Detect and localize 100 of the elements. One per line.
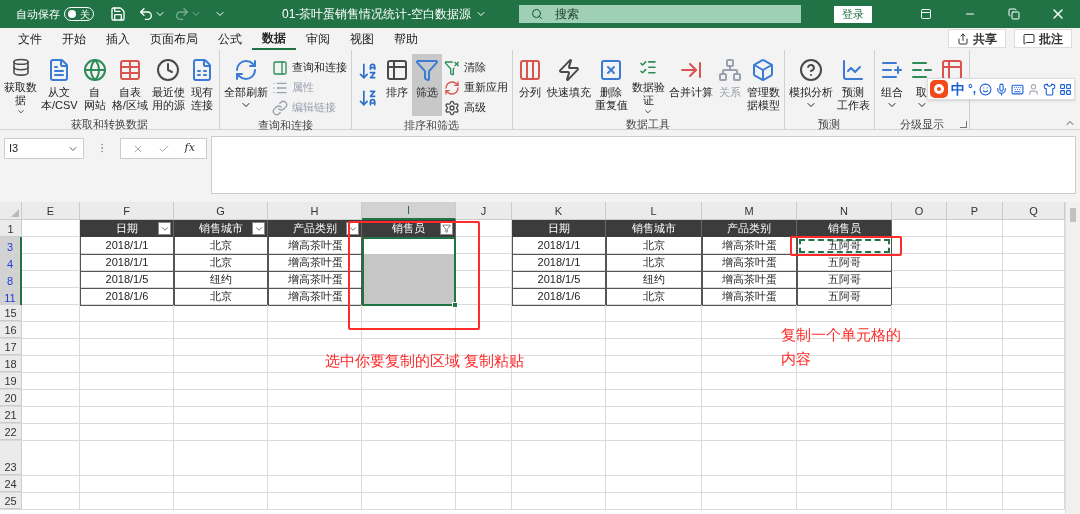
row-header[interactable]: 4 bbox=[0, 254, 22, 272]
table-cell: 增高茶叶蛋 bbox=[702, 288, 797, 306]
row-header[interactable]: 8 bbox=[0, 271, 22, 289]
ribbon-tab[interactable]: 公式 bbox=[208, 30, 252, 50]
row-header[interactable]: 15 bbox=[0, 305, 22, 321]
ribbon-button[interactable]: 数据验 证 bbox=[629, 54, 667, 116]
table-header: 日期 bbox=[547, 221, 570, 236]
name-box[interactable]: I3 bbox=[4, 138, 84, 159]
table-cell: 北京 bbox=[606, 288, 702, 306]
table-cell: 北京 bbox=[174, 237, 268, 255]
ribbon-button[interactable]: 管理数 据模型 bbox=[744, 54, 782, 116]
group-label: 查询和连接 bbox=[257, 117, 313, 133]
row-header[interactable]: 17 bbox=[0, 339, 22, 355]
row-header[interactable]: 24 bbox=[0, 476, 22, 492]
annotation-text: 选中你要复制的区域 复制粘贴 bbox=[325, 353, 525, 369]
ribbon-button[interactable]: 全部刷新 bbox=[221, 54, 270, 116]
column-header[interactable]: E bbox=[22, 202, 80, 220]
column-header[interactable]: O bbox=[892, 202, 947, 220]
table-cell: 2018/1/1 bbox=[512, 237, 606, 255]
ribbon-button[interactable]: 重新应用 bbox=[443, 78, 508, 97]
ribbon-button[interactable]: 快速填充 bbox=[544, 54, 593, 116]
ribbon-button[interactable]: 查询和连接 bbox=[271, 58, 347, 77]
table-cell: 北京 bbox=[174, 254, 268, 272]
ribbon-button[interactable]: 筛选 bbox=[411, 54, 442, 116]
row-header[interactable]: 21 bbox=[0, 407, 22, 423]
table-cell: 2018/1/1 bbox=[512, 254, 606, 272]
table-header: 产品类别 bbox=[727, 221, 771, 236]
annotation-text: 复制一个单元格的 bbox=[781, 327, 901, 343]
group-label: 排序和筛选 bbox=[404, 117, 460, 133]
login-button[interactable]: 登录 bbox=[834, 5, 872, 23]
group-label: 预测 bbox=[818, 116, 841, 132]
ribbon-tab[interactable]: 页面布局 bbox=[140, 30, 208, 50]
table-header: 销售员 bbox=[392, 221, 425, 236]
ime-mode-button[interactable]: 中 bbox=[951, 78, 965, 100]
table-cell: 增高茶叶蛋 bbox=[702, 237, 797, 255]
column-header[interactable]: J bbox=[456, 202, 512, 220]
ribbon-button[interactable]: 清除 bbox=[443, 58, 508, 77]
share-button[interactable]: 共享 bbox=[948, 29, 1006, 48]
group-label: 分级显示 bbox=[899, 116, 944, 132]
ribbon-button[interactable]: 删除 重复值 bbox=[592, 54, 630, 116]
ribbon-button[interactable]: 预测 工作表 bbox=[834, 54, 872, 116]
document-title[interactable]: 01-茶叶蛋销售情况统计-空白数据源 bbox=[282, 5, 488, 23]
search-field[interactable]: 搜索 bbox=[519, 5, 802, 23]
ribbon-button[interactable]: 从文 本/CSV bbox=[39, 54, 80, 116]
table-cell: 纽约 bbox=[606, 271, 702, 289]
group-label: 数据工具 bbox=[626, 116, 671, 132]
column-header[interactable]: I bbox=[362, 202, 456, 220]
group-label: 获取和转换数据 bbox=[70, 116, 148, 132]
ribbon-button[interactable]: 自 网站 bbox=[79, 54, 110, 116]
ribbon-button[interactable]: 排序 bbox=[381, 54, 412, 116]
table-cell: 北京 bbox=[606, 254, 702, 272]
insert-function-button[interactable]: fx bbox=[184, 140, 195, 157]
row-header[interactable]: 20 bbox=[0, 390, 22, 406]
ribbon-button[interactable]: 组合 bbox=[876, 54, 907, 116]
table-cell: 五阿哥 bbox=[797, 254, 892, 272]
row-header[interactable]: 25 bbox=[0, 493, 22, 509]
table-cell: 2018/1/1 bbox=[80, 237, 174, 255]
cell-reference: I3 bbox=[9, 141, 19, 157]
table-cell: 2018/1/5 bbox=[80, 271, 174, 289]
table-header: 日期 bbox=[115, 221, 138, 236]
ribbon-tab[interactable]: 开始 bbox=[52, 30, 96, 50]
ime-punctuation-button[interactable]: °, bbox=[968, 80, 977, 98]
row-header[interactable]: 19 bbox=[0, 373, 22, 389]
table-cell: 北京 bbox=[174, 288, 268, 306]
ribbon-tab[interactable]: 审阅 bbox=[296, 30, 340, 50]
comment-button[interactable]: 批注 bbox=[1014, 29, 1072, 48]
row-header[interactable]: 18 bbox=[0, 356, 22, 372]
ribbon-button[interactable]: 现有 连接 bbox=[186, 54, 217, 116]
ribbon-button[interactable]: 最近使 用的源 bbox=[149, 54, 187, 116]
ribbon-button[interactable]: 自表 格/区域 bbox=[109, 54, 150, 116]
ribbon-button[interactable]: 获取数 据 bbox=[2, 54, 39, 116]
row-header[interactable]: 16 bbox=[0, 322, 22, 338]
table-header: 销售城市 bbox=[198, 221, 243, 236]
table-cell: 五阿哥 bbox=[797, 271, 892, 289]
ribbon-tab[interactable]: 插入 bbox=[96, 30, 140, 50]
ribbon-button[interactable]: 高级 bbox=[443, 98, 508, 117]
ribbon-button[interactable]: 分列 bbox=[514, 54, 545, 116]
column-header[interactable]: P bbox=[947, 202, 1003, 220]
ribbon-button[interactable]: 合并计算 bbox=[666, 54, 715, 116]
row-header[interactable]: 22 bbox=[0, 424, 22, 440]
table-cell: 纽约 bbox=[174, 271, 268, 289]
row-header[interactable]: 11 bbox=[0, 288, 22, 306]
ribbon-button[interactable]: 模拟分析 bbox=[786, 54, 835, 116]
table-header: 销售员 bbox=[827, 221, 861, 236]
ribbon-tab[interactable]: 帮助 bbox=[384, 30, 428, 50]
table-cell: 2018/1/1 bbox=[80, 254, 174, 272]
table-cell: 2018/1/5 bbox=[512, 271, 606, 289]
table-cell: 五阿哥 bbox=[797, 288, 892, 306]
table-header: 销售城市 bbox=[631, 221, 676, 236]
ribbon-tab[interactable]: 视图 bbox=[340, 30, 384, 50]
ribbon-tab[interactable]: 文件 bbox=[8, 30, 52, 50]
row-header[interactable]: 23 bbox=[0, 441, 22, 475]
table-cell: 增高茶叶蛋 bbox=[702, 254, 797, 272]
row-header[interactable]: 1 bbox=[0, 220, 22, 237]
annotation-text: 内容 bbox=[781, 351, 811, 367]
ribbon-button[interactable]: 取 bbox=[906, 54, 937, 116]
row-header[interactable]: 3 bbox=[0, 237, 22, 255]
autosave-label: 自动保存 bbox=[16, 6, 60, 22]
table-cell: 2018/1/6 bbox=[80, 288, 174, 306]
table-cell: 2018/1/6 bbox=[512, 288, 606, 306]
